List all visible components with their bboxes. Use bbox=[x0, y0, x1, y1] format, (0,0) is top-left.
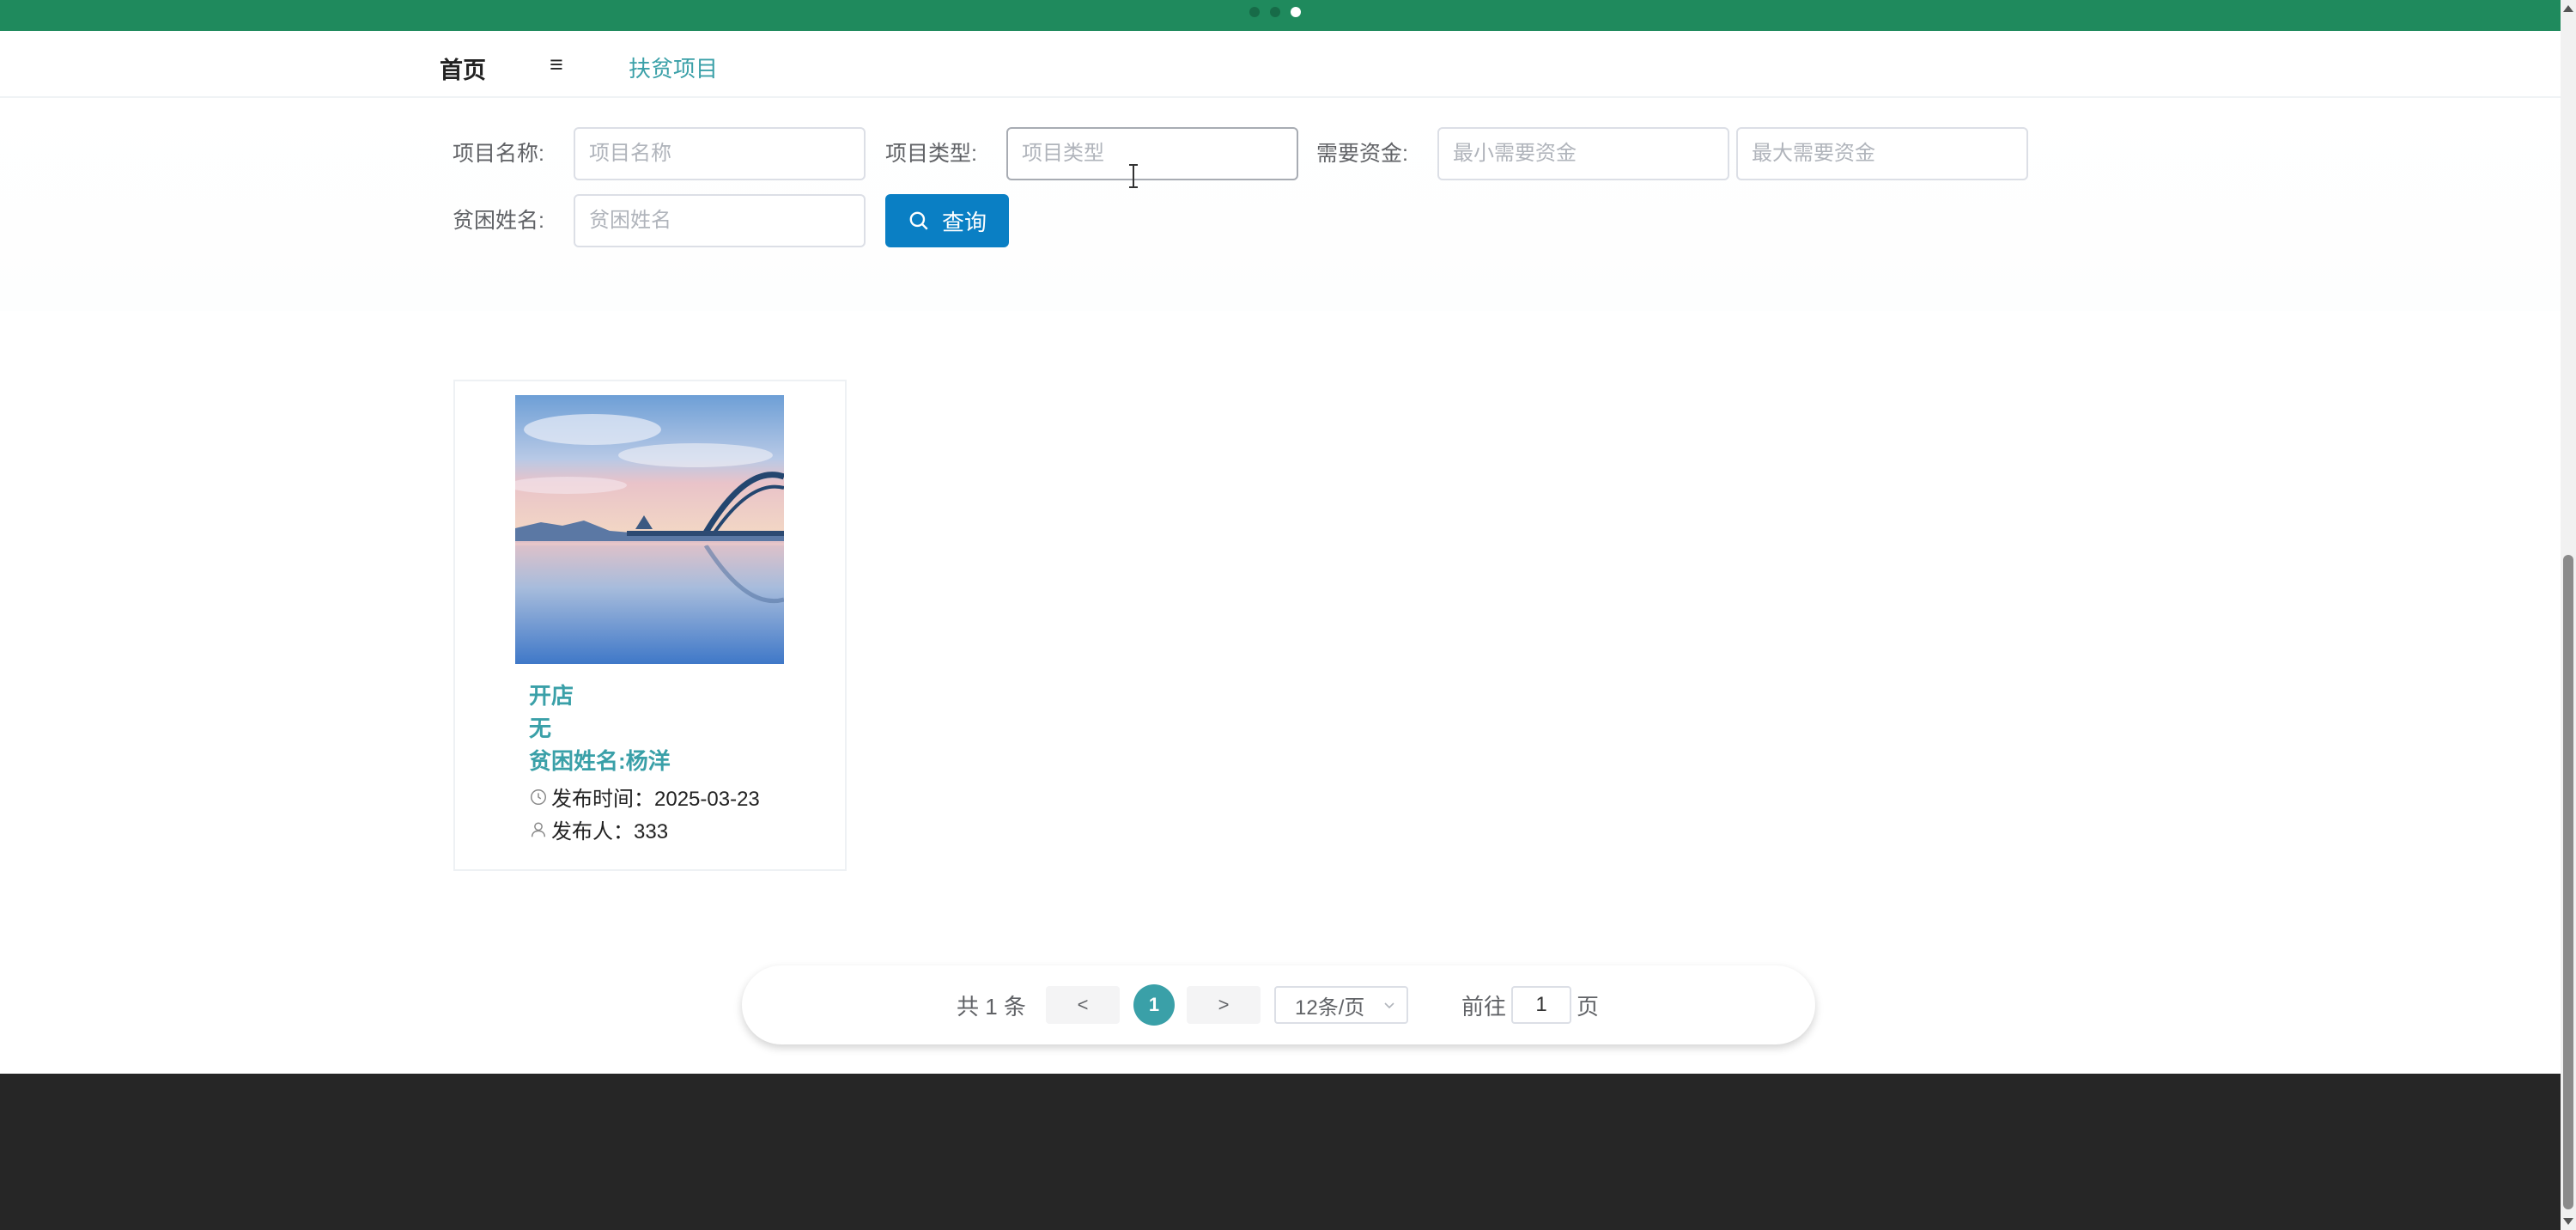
next-page-button[interactable]: > bbox=[1187, 986, 1261, 1024]
search-button[interactable]: 查询 bbox=[885, 194, 1009, 247]
breadcrumb-home[interactable]: 首页 bbox=[440, 52, 486, 85]
project-description: 无 bbox=[529, 715, 552, 741]
goto-label: 前往 bbox=[1461, 994, 1507, 1020]
search-icon bbox=[909, 211, 928, 230]
goto-page-suffix: 页 bbox=[1577, 994, 1600, 1020]
project-type-label: 项目类型: bbox=[885, 142, 977, 166]
breadcrumb-separator: ≡ bbox=[550, 52, 563, 77]
carousel-dot[interactable] bbox=[1249, 7, 1260, 17]
project-type-input[interactable] bbox=[1006, 127, 1298, 180]
vertical-scrollbar[interactable] bbox=[2561, 0, 2576, 1230]
prev-page-button[interactable]: < bbox=[1046, 986, 1120, 1024]
project-name-input[interactable] bbox=[574, 127, 866, 180]
publish-time-text: 发布时间：2025-03-23 bbox=[551, 788, 760, 811]
scroll-down-icon[interactable] bbox=[2563, 1218, 2573, 1225]
user-icon bbox=[531, 821, 546, 837]
breadcrumb-current[interactable]: 扶贫项目 bbox=[629, 52, 718, 83]
pagination-total: 共 1 条 bbox=[957, 994, 1026, 1020]
page-size-value: 12条/页 bbox=[1295, 996, 1365, 1020]
page-size-select[interactable]: 12条/页 bbox=[1274, 986, 1408, 1024]
project-name-label: 项目名称: bbox=[453, 142, 544, 166]
carousel-dot-active[interactable] bbox=[1291, 7, 1301, 17]
footer bbox=[0, 1074, 2561, 1230]
text-cursor-icon bbox=[1129, 164, 1138, 188]
carousel-indicators bbox=[1249, 7, 1301, 17]
publisher: 发布人：333 bbox=[529, 814, 668, 844]
clock-icon bbox=[531, 789, 546, 805]
poor-name-input[interactable] bbox=[574, 194, 866, 247]
pagination: 共 1 条 < 1 > 12条/页 前往 页 bbox=[742, 965, 1815, 1044]
scrollbar-thumb[interactable] bbox=[2563, 555, 2573, 1209]
publish-time: 发布时间：2025-03-23 bbox=[529, 782, 760, 812]
project-image[interactable] bbox=[515, 395, 784, 664]
search-form: 项目名称: 项目类型: 需要资金: 贫困姓名: bbox=[0, 100, 2561, 311]
project-title[interactable]: 开店 bbox=[529, 679, 574, 710]
chevron-down-icon bbox=[1384, 1002, 1394, 1009]
funding-label: 需要资金: bbox=[1316, 142, 1408, 166]
top-banner bbox=[0, 0, 2561, 31]
search-button-label: 查询 bbox=[941, 209, 987, 235]
poor-name: 贫困姓名:杨洋 bbox=[529, 748, 671, 774]
poor-name-label: 贫困姓名: bbox=[453, 209, 544, 233]
carousel-dot[interactable] bbox=[1270, 7, 1280, 17]
min-funding-input[interactable] bbox=[1437, 127, 1729, 180]
project-card[interactable]: 开店 无 贫困姓名:杨洋 发布时间：2025-03-23 发布人：333 bbox=[453, 380, 847, 871]
publisher-text: 发布人：333 bbox=[551, 820, 669, 843]
page-number-current[interactable]: 1 bbox=[1133, 984, 1175, 1026]
max-funding-input[interactable] bbox=[1736, 127, 2028, 180]
goto-page-input[interactable] bbox=[1511, 986, 1571, 1024]
breadcrumb: 首页 ≡ 扶贫项目 bbox=[0, 31, 2561, 98]
scroll-up-icon[interactable] bbox=[2563, 5, 2573, 12]
